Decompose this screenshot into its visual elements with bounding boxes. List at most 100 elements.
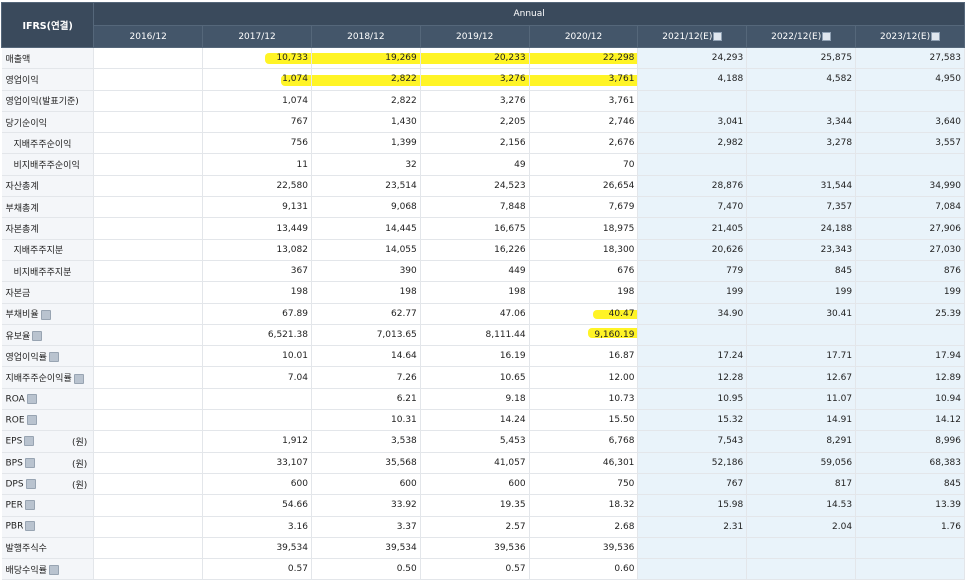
value-cell: 17.94 bbox=[855, 345, 965, 368]
row-label-cell[interactable]: BPS (원) bbox=[1, 452, 95, 474]
table-row: 비지배주주지분 367 390 449 676 779 845 876 bbox=[1, 260, 965, 283]
value-cell: 47.06 bbox=[420, 303, 530, 325]
row-label-cell[interactable]: 영업이익(발표기준) bbox=[1, 90, 95, 112]
value-cell: 18,975 bbox=[529, 217, 639, 240]
estimate-info-icon[interactable] bbox=[713, 31, 723, 41]
value-cell bbox=[637, 90, 748, 112]
value-cell: 13,449 bbox=[202, 217, 312, 240]
value-cell: 24,523 bbox=[420, 175, 530, 198]
value-cell: 9,131 bbox=[202, 196, 312, 219]
value-cell: 198 bbox=[420, 281, 530, 304]
table-row: 비지배주주순이익 11 32 49 70 bbox=[1, 153, 965, 176]
value-cell bbox=[93, 153, 204, 176]
row-label-cell[interactable]: 발행주식수 bbox=[1, 537, 95, 560]
row-label: 영업이익률 bbox=[5, 352, 47, 363]
table-row: PBR 3.16 3.37 2.57 2.68 2.31 2.04 1.76 bbox=[1, 516, 965, 538]
value-cell: 15.32 bbox=[637, 409, 748, 432]
value-cell: 600 bbox=[311, 473, 421, 496]
row-label-cell[interactable]: 영업이익 bbox=[1, 68, 95, 91]
info-icon[interactable] bbox=[40, 309, 51, 320]
table-row: 지배주주순이익률 7.04 7.26 10.65 12.00 12.28 12.67 12.8… bbox=[1, 366, 965, 389]
annual-group-header: Annual bbox=[93, 2, 965, 26]
info-icon[interactable] bbox=[25, 521, 36, 532]
value-cell: 15.98 bbox=[637, 494, 748, 517]
row-label-cell[interactable]: PBR bbox=[1, 516, 95, 538]
value-cell: 7.26 bbox=[311, 366, 421, 389]
row-label-cell[interactable]: ROE bbox=[1, 409, 95, 432]
value-cell: 16.19 bbox=[420, 345, 530, 368]
year-label: 2017/12 bbox=[238, 31, 276, 42]
row-label-cell[interactable]: 유보율 bbox=[1, 324, 95, 347]
value-cell: 9,160.19 bbox=[529, 324, 639, 347]
year-header-row: 2016/12 2017/12 2018/12 2019/12 2020/12 2021/… bbox=[2, 25, 965, 48]
value-cell bbox=[93, 175, 204, 198]
value-cell: 8,111.44 bbox=[420, 324, 530, 347]
value-cell bbox=[93, 452, 204, 474]
financial-summary: IFRS(연결) Annual 2016/12 2017/12 2018/12 201… bbox=[0, 0, 966, 580]
row-label-cell[interactable]: 비지배주주순이익 bbox=[1, 153, 95, 176]
row-label-cell[interactable]: EPS (원) bbox=[1, 430, 95, 453]
info-icon[interactable] bbox=[48, 565, 59, 576]
estimate-info-icon[interactable] bbox=[931, 31, 941, 41]
row-label-cell[interactable]: PER bbox=[1, 494, 95, 517]
info-icon[interactable] bbox=[24, 436, 35, 447]
value-cell: 12.67 bbox=[746, 366, 857, 389]
value-cell: 198 bbox=[202, 281, 312, 304]
table-row: ROA 6.21 9.18 10.73 10.95 11.07 10.94 bbox=[1, 388, 965, 411]
value-cell bbox=[93, 558, 204, 580]
value-cell: 25.39 bbox=[855, 303, 965, 325]
value-cell: 10.73 bbox=[529, 388, 639, 411]
row-label-cell[interactable]: 영업이익률 bbox=[1, 345, 95, 368]
row-label-cell[interactable]: 부채비율 bbox=[1, 303, 95, 325]
row-label-cell[interactable]: 자산총계 bbox=[1, 175, 95, 198]
info-icon[interactable] bbox=[24, 457, 35, 468]
value-cell: 2,676 bbox=[529, 132, 639, 155]
value-cell: 1,074 bbox=[202, 68, 312, 91]
row-label: 매출액 bbox=[5, 54, 31, 65]
value-cell: 3,538 bbox=[311, 430, 421, 453]
row-label-cell[interactable]: 배당수익률 bbox=[1, 558, 95, 580]
estimate-info-icon[interactable] bbox=[822, 31, 832, 41]
value-cell: 7,470 bbox=[637, 196, 748, 219]
value-cell bbox=[93, 281, 204, 304]
info-icon[interactable] bbox=[24, 500, 35, 511]
value-cell bbox=[93, 494, 204, 517]
value-cell: 845 bbox=[855, 473, 965, 496]
value-cell: 8,291 bbox=[746, 430, 857, 453]
row-label-cell[interactable]: DPS (원) bbox=[1, 473, 95, 496]
value-cell bbox=[93, 111, 204, 134]
info-icon[interactable] bbox=[26, 414, 37, 425]
row-label-cell[interactable]: 당기순이익 bbox=[1, 111, 95, 134]
row-label-cell[interactable]: 자본총계 bbox=[1, 217, 95, 240]
info-icon[interactable] bbox=[32, 331, 43, 341]
year-header: 2021/12(E) bbox=[637, 25, 748, 48]
value-cell: 2.57 bbox=[420, 516, 530, 538]
row-label-cell[interactable]: 지배주주지분 bbox=[1, 239, 95, 261]
info-icon[interactable] bbox=[73, 373, 84, 384]
value-cell: 54.66 bbox=[202, 494, 312, 517]
row-label-cell[interactable]: 부채총계 bbox=[1, 196, 95, 219]
value-cell: 3,344 bbox=[746, 111, 857, 134]
row-label-cell[interactable]: 매출액 bbox=[1, 47, 95, 70]
row-label-cell[interactable]: 비지배주주지분 bbox=[1, 260, 95, 283]
info-icon[interactable] bbox=[25, 478, 36, 489]
value-cell: 3.16 bbox=[202, 516, 312, 538]
value-cell: 22,580 bbox=[202, 175, 312, 198]
row-label-cell[interactable]: ROA bbox=[1, 388, 95, 411]
value-cell: 600 bbox=[420, 473, 530, 496]
value-cell: 49 bbox=[420, 153, 530, 176]
value-cell: 876 bbox=[855, 260, 965, 283]
info-icon[interactable] bbox=[48, 352, 59, 363]
row-label-cell[interactable]: 자본금 bbox=[1, 281, 95, 304]
value-cell bbox=[93, 345, 204, 368]
value-cell bbox=[93, 324, 204, 347]
value-cell: 1,074 bbox=[202, 90, 312, 112]
value-cell: 2,156 bbox=[420, 132, 530, 155]
info-icon[interactable] bbox=[26, 393, 37, 404]
value-cell: 17.71 bbox=[746, 345, 857, 368]
row-label-cell[interactable]: 지배주주순이익 bbox=[1, 132, 95, 155]
table-row: 자본총계 13,449 14,445 16,675 18,975 21,405 24,188… bbox=[1, 217, 965, 240]
year-header: 2019/12 bbox=[419, 25, 530, 48]
row-label-cell[interactable]: 지배주주순이익률 bbox=[1, 366, 95, 389]
row-label: 지배주주순이익 bbox=[13, 139, 72, 150]
